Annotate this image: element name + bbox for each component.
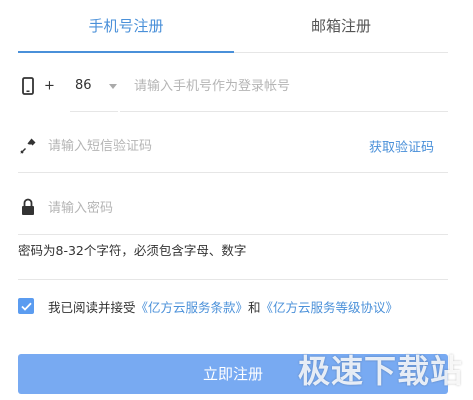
agreement-and: 和: [248, 300, 261, 315]
agreement-row: 我已阅读并接受《亿方云服务条款》和《亿方云服务等级协议》: [18, 296, 448, 316]
sla-link[interactable]: 《亿方云服务等级协议》: [261, 300, 399, 315]
tab-phone-register[interactable]: 手机号注册: [18, 0, 234, 53]
divider: [18, 279, 448, 280]
key-icon: [18, 136, 38, 156]
agree-checkbox[interactable]: [18, 298, 34, 314]
chevron-down-icon: [109, 84, 117, 89]
tab-email-register[interactable]: 邮箱注册: [234, 0, 448, 52]
agreement-text: 我已阅读并接受《亿方云服务条款》和《亿方云服务等级协议》: [48, 297, 398, 316]
password-input[interactable]: [48, 196, 428, 220]
phone-icon: [18, 76, 38, 96]
check-icon: [20, 302, 32, 311]
phone-input-underline: [120, 111, 448, 112]
sms-code-input[interactable]: [48, 134, 348, 158]
country-code-select[interactable]: 86: [75, 72, 117, 100]
password-hint: 密码为8-32个字符，必须包含字母、数字: [18, 243, 247, 258]
agreement-prefix: 我已阅读并接受: [48, 300, 136, 315]
terms-link[interactable]: 《亿方云服务条款》: [136, 300, 249, 315]
phone-input[interactable]: [134, 74, 434, 98]
register-button[interactable]: 立即注册: [18, 354, 448, 394]
register-tabs: 手机号注册 邮箱注册: [18, 0, 448, 53]
lock-icon: [18, 197, 38, 217]
get-code-link[interactable]: 获取验证码: [369, 137, 434, 156]
phone-row: + 86: [18, 60, 448, 112]
country-plus-sign: +: [44, 78, 55, 94]
country-code-underline: [70, 111, 118, 112]
country-code-value: 86: [75, 78, 92, 93]
sms-code-row: 获取验证码: [18, 120, 448, 173]
password-row: [18, 180, 448, 235]
